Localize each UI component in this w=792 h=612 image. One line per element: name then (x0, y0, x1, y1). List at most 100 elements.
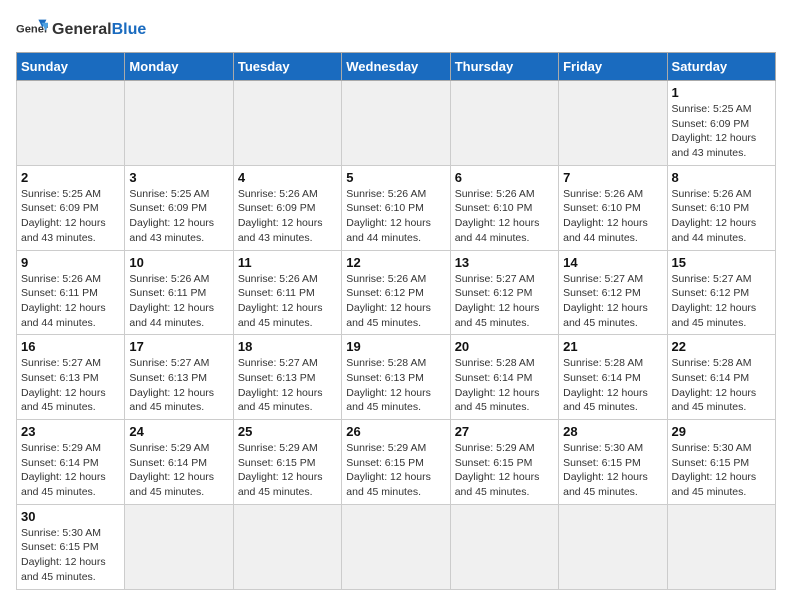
day-info: Sunrise: 5:26 AM Sunset: 6:11 PM Dayligh… (21, 272, 120, 331)
calendar-table: SundayMondayTuesdayWednesdayThursdayFrid… (16, 52, 776, 590)
day-number: 24 (129, 424, 228, 439)
day-info: Sunrise: 5:26 AM Sunset: 6:10 PM Dayligh… (563, 187, 662, 246)
calendar-cell: 25 Sunrise: 5:29 AM Sunset: 6:15 PM Dayli… (233, 420, 341, 505)
day-number: 11 (238, 255, 337, 270)
day-number: 21 (563, 339, 662, 354)
calendar-cell: 13 Sunrise: 5:27 AM Sunset: 6:12 PM Dayli… (450, 250, 558, 335)
calendar-cell: 23 Sunrise: 5:29 AM Sunset: 6:14 PM Dayli… (17, 420, 125, 505)
day-info: Sunrise: 5:25 AM Sunset: 6:09 PM Dayligh… (129, 187, 228, 246)
day-info: Sunrise: 5:28 AM Sunset: 6:14 PM Dayligh… (672, 356, 771, 415)
day-header-friday: Friday (559, 53, 667, 81)
day-number: 19 (346, 339, 445, 354)
calendar-cell (342, 81, 450, 166)
day-header-saturday: Saturday (667, 53, 775, 81)
day-number: 12 (346, 255, 445, 270)
day-header-thursday: Thursday (450, 53, 558, 81)
day-info: Sunrise: 5:26 AM Sunset: 6:10 PM Dayligh… (346, 187, 445, 246)
day-number: 23 (21, 424, 120, 439)
day-number: 8 (672, 170, 771, 185)
day-info: Sunrise: 5:28 AM Sunset: 6:13 PM Dayligh… (346, 356, 445, 415)
calendar-cell: 20 Sunrise: 5:28 AM Sunset: 6:14 PM Dayli… (450, 335, 558, 420)
calendar-cell: 15Sunrise: 5:27 AM Sunset: 6:12 PM Dayli… (667, 250, 775, 335)
calendar-cell: 28 Sunrise: 5:30 AM Sunset: 6:15 PM Dayli… (559, 420, 667, 505)
day-info: Sunrise: 5:26 AM Sunset: 6:09 PM Dayligh… (238, 187, 337, 246)
day-number: 30 (21, 509, 120, 524)
day-info: Sunrise: 5:28 AM Sunset: 6:14 PM Dayligh… (563, 356, 662, 415)
day-header-tuesday: Tuesday (233, 53, 341, 81)
calendar-cell: 1 Sunrise: 5:25 AM Sunset: 6:09 PM Daylig… (667, 81, 775, 166)
calendar-cell (559, 504, 667, 589)
calendar-week-5: 23 Sunrise: 5:29 AM Sunset: 6:14 PM Dayli… (17, 420, 776, 505)
logo-blue-text: Blue (112, 21, 147, 38)
calendar-cell: 2Sunrise: 5:25 AM Sunset: 6:09 PM Daylig… (17, 165, 125, 250)
day-number: 26 (346, 424, 445, 439)
day-number: 22 (672, 339, 771, 354)
day-number: 16 (21, 339, 120, 354)
day-info: Sunrise: 5:29 AM Sunset: 6:15 PM Dayligh… (238, 441, 337, 500)
calendar-cell: 17Sunrise: 5:27 AM Sunset: 6:13 PM Dayli… (125, 335, 233, 420)
day-info: Sunrise: 5:27 AM Sunset: 6:12 PM Dayligh… (672, 272, 771, 331)
day-header-wednesday: Wednesday (342, 53, 450, 81)
generalblue-logo-icon: General (16, 16, 48, 44)
day-number: 18 (238, 339, 337, 354)
day-info: Sunrise: 5:27 AM Sunset: 6:13 PM Dayligh… (129, 356, 228, 415)
day-number: 4 (238, 170, 337, 185)
calendar-cell (342, 504, 450, 589)
day-info: Sunrise: 5:27 AM Sunset: 6:13 PM Dayligh… (238, 356, 337, 415)
calendar-cell: 19 Sunrise: 5:28 AM Sunset: 6:13 PM Dayli… (342, 335, 450, 420)
day-info: Sunrise: 5:26 AM Sunset: 6:11 PM Dayligh… (238, 272, 337, 331)
day-number: 1 (672, 85, 771, 100)
calendar-cell: 30Sunrise: 5:30 AM Sunset: 6:15 PM Dayli… (17, 504, 125, 589)
day-number: 29 (672, 424, 771, 439)
day-number: 13 (455, 255, 554, 270)
calendar-cell: 6 Sunrise: 5:26 AM Sunset: 6:10 PM Daylig… (450, 165, 558, 250)
calendar-cell: 29 Sunrise: 5:30 AM Sunset: 6:15 PM Dayli… (667, 420, 775, 505)
calendar-cell: 8 Sunrise: 5:26 AM Sunset: 6:10 PM Daylig… (667, 165, 775, 250)
day-info: Sunrise: 5:30 AM Sunset: 6:15 PM Dayligh… (563, 441, 662, 500)
calendar-cell (450, 504, 558, 589)
calendar-cell (125, 504, 233, 589)
day-header-monday: Monday (125, 53, 233, 81)
day-info: Sunrise: 5:27 AM Sunset: 6:12 PM Dayligh… (563, 272, 662, 331)
calendar-cell: 11 Sunrise: 5:26 AM Sunset: 6:11 PM Dayli… (233, 250, 341, 335)
day-info: Sunrise: 5:25 AM Sunset: 6:09 PM Dayligh… (21, 187, 120, 246)
calendar-cell: 12Sunrise: 5:26 AM Sunset: 6:12 PM Dayli… (342, 250, 450, 335)
calendar-week-3: 9 Sunrise: 5:26 AM Sunset: 6:11 PM Daylig… (17, 250, 776, 335)
day-number: 5 (346, 170, 445, 185)
day-header-sunday: Sunday (17, 53, 125, 81)
day-number: 7 (563, 170, 662, 185)
day-number: 6 (455, 170, 554, 185)
day-info: Sunrise: 5:26 AM Sunset: 6:10 PM Dayligh… (672, 187, 771, 246)
day-number: 28 (563, 424, 662, 439)
calendar-header-row: SundayMondayTuesdayWednesdayThursdayFrid… (17, 53, 776, 81)
day-info: Sunrise: 5:27 AM Sunset: 6:12 PM Dayligh… (455, 272, 554, 331)
day-info: Sunrise: 5:30 AM Sunset: 6:15 PM Dayligh… (672, 441, 771, 500)
calendar-cell (233, 504, 341, 589)
calendar-cell (125, 81, 233, 166)
day-info: Sunrise: 5:25 AM Sunset: 6:09 PM Dayligh… (672, 102, 771, 161)
calendar-cell: 16 Sunrise: 5:27 AM Sunset: 6:13 PM Dayli… (17, 335, 125, 420)
logo-general-text: General (52, 21, 112, 38)
calendar-week-4: 16 Sunrise: 5:27 AM Sunset: 6:13 PM Dayli… (17, 335, 776, 420)
day-number: 14 (563, 255, 662, 270)
day-info: Sunrise: 5:26 AM Sunset: 6:10 PM Dayligh… (455, 187, 554, 246)
calendar-cell: 22 Sunrise: 5:28 AM Sunset: 6:14 PM Dayli… (667, 335, 775, 420)
day-number: 27 (455, 424, 554, 439)
logo: General GeneralBlue (16, 16, 146, 44)
day-info: Sunrise: 5:28 AM Sunset: 6:14 PM Dayligh… (455, 356, 554, 415)
day-info: Sunrise: 5:27 AM Sunset: 6:13 PM Dayligh… (21, 356, 120, 415)
day-info: Sunrise: 5:29 AM Sunset: 6:14 PM Dayligh… (129, 441, 228, 500)
day-number: 3 (129, 170, 228, 185)
calendar-week-2: 2Sunrise: 5:25 AM Sunset: 6:09 PM Daylig… (17, 165, 776, 250)
calendar-week-1: 1 Sunrise: 5:25 AM Sunset: 6:09 PM Daylig… (17, 81, 776, 166)
calendar-cell (450, 81, 558, 166)
day-number: 25 (238, 424, 337, 439)
calendar-cell (17, 81, 125, 166)
calendar-cell: 4 Sunrise: 5:26 AM Sunset: 6:09 PM Daylig… (233, 165, 341, 250)
calendar-cell: 26Sunrise: 5:29 AM Sunset: 6:15 PM Dayli… (342, 420, 450, 505)
calendar-cell: 10Sunrise: 5:26 AM Sunset: 6:11 PM Dayli… (125, 250, 233, 335)
day-number: 9 (21, 255, 120, 270)
calendar-cell: 5 Sunrise: 5:26 AM Sunset: 6:10 PM Daylig… (342, 165, 450, 250)
day-number: 20 (455, 339, 554, 354)
day-info: Sunrise: 5:29 AM Sunset: 6:14 PM Dayligh… (21, 441, 120, 500)
